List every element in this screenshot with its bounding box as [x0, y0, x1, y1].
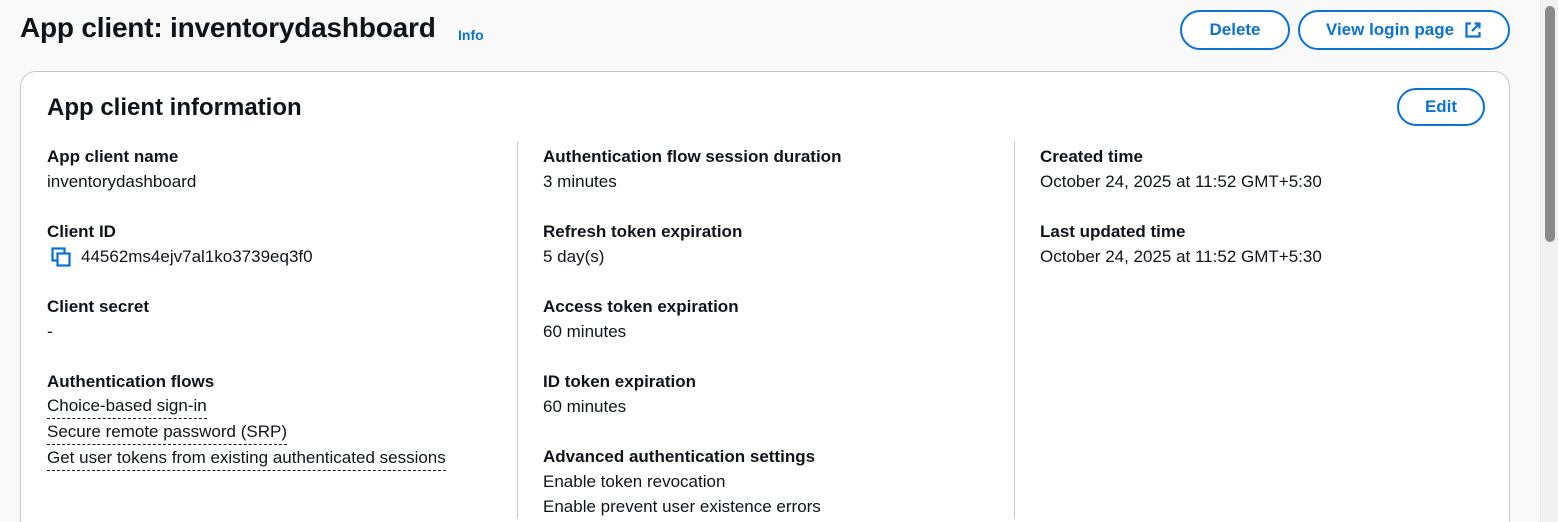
- view-login-page-label: View login page: [1325, 20, 1455, 39]
- app-client-information-container: App client information Edit App client n…: [20, 71, 1510, 522]
- page-title: App client: inventorydashboard: [20, 12, 436, 43]
- external-link-icon: [1464, 21, 1482, 39]
- field-value: Enable token revocation: [543, 472, 726, 491]
- field-value: 60 minutes: [543, 397, 627, 416]
- field-id-token-expiration: ID token expiration 60 minutes: [543, 369, 1013, 444]
- edit-button[interactable]: Edit: [1397, 88, 1485, 126]
- view-login-page-button[interactable]: View login page: [1298, 10, 1510, 50]
- scrollbar-thumb[interactable]: [1545, 6, 1555, 242]
- field-created-time: Created time October 24, 2025 at 11:52 G…: [1040, 144, 1480, 219]
- field-value: inventorydashboard: [47, 172, 197, 191]
- field-label: Access token expiration: [543, 297, 739, 316]
- section-title: App client information: [47, 94, 302, 121]
- client-id-row: 44562ms4ejv7al1ko3739eq3f0: [47, 244, 517, 269]
- auth-flow-choice-based[interactable]: Choice-based sign-in: [47, 394, 207, 419]
- field-label: Client ID: [47, 222, 116, 241]
- field-label: Client secret: [47, 297, 150, 316]
- field-client-secret: Client secret -: [47, 294, 517, 369]
- field-label: Advanced authentication settings: [543, 447, 816, 466]
- field-session-duration: Authentication flow session duration 3 m…: [543, 144, 1013, 219]
- field-label: Refresh token expiration: [543, 222, 743, 241]
- field-app-client-name: App client name inventorydashboard: [47, 144, 517, 219]
- auth-flow-refresh-token[interactable]: Get user tokens from existing authentica…: [47, 446, 446, 471]
- field-advanced-authentication: Advanced authentication settings Enable …: [543, 444, 1013, 519]
- client-id-value: 44562ms4ejv7al1ko3739eq3f0: [81, 247, 313, 266]
- field-last-updated-time: Last updated time October 24, 2025 at 11…: [1040, 219, 1480, 294]
- field-value: Enable prevent user existence errors: [543, 497, 821, 516]
- field-value: 3 minutes: [543, 172, 617, 191]
- field-label: Authentication flows: [47, 372, 215, 391]
- field-value: 5 day(s): [543, 247, 605, 266]
- field-authentication-flows: Authentication flows Choice-based sign-i…: [47, 369, 517, 471]
- delete-button-label: Delete: [1209, 20, 1261, 39]
- vertical-scrollbar[interactable]: [1540, 0, 1558, 522]
- column-divider: [1014, 142, 1015, 518]
- field-label: Authentication flow session duration: [543, 147, 842, 166]
- field-access-token-expiration: Access token expiration 60 minutes: [543, 294, 1013, 369]
- field-label: App client name: [47, 147, 179, 166]
- page: App client: inventorydashboard Info Dele…: [0, 0, 1558, 522]
- auth-flows-list: Choice-based sign-in Secure remote passw…: [47, 394, 517, 471]
- column-tokens: Authentication flow session duration 3 m…: [543, 144, 1013, 519]
- field-value: October 24, 2025 at 11:52 GMT+5:30: [1040, 247, 1322, 266]
- column-general: App client name inventorydashboard Clien…: [47, 144, 517, 471]
- info-link[interactable]: Info: [458, 27, 484, 43]
- column-divider: [517, 142, 518, 518]
- field-client-id: Client ID 44562ms4ejv7al1ko3739eq3f0: [47, 219, 517, 294]
- field-label: Last updated time: [1040, 222, 1186, 241]
- field-label: ID token expiration: [543, 372, 697, 391]
- edit-button-label: Edit: [1424, 97, 1458, 116]
- field-value: -: [47, 322, 53, 341]
- field-label: Created time: [1040, 147, 1143, 166]
- copy-icon[interactable]: [51, 246, 71, 267]
- field-value: October 24, 2025 at 11:52 GMT+5:30: [1040, 172, 1322, 191]
- auth-flow-srp[interactable]: Secure remote password (SRP): [47, 420, 287, 445]
- field-refresh-token-expiration: Refresh token expiration 5 day(s): [543, 219, 1013, 294]
- field-value: 60 minutes: [543, 322, 627, 341]
- column-timestamps: Created time October 24, 2025 at 11:52 G…: [1040, 144, 1480, 294]
- delete-button[interactable]: Delete: [1180, 10, 1290, 50]
